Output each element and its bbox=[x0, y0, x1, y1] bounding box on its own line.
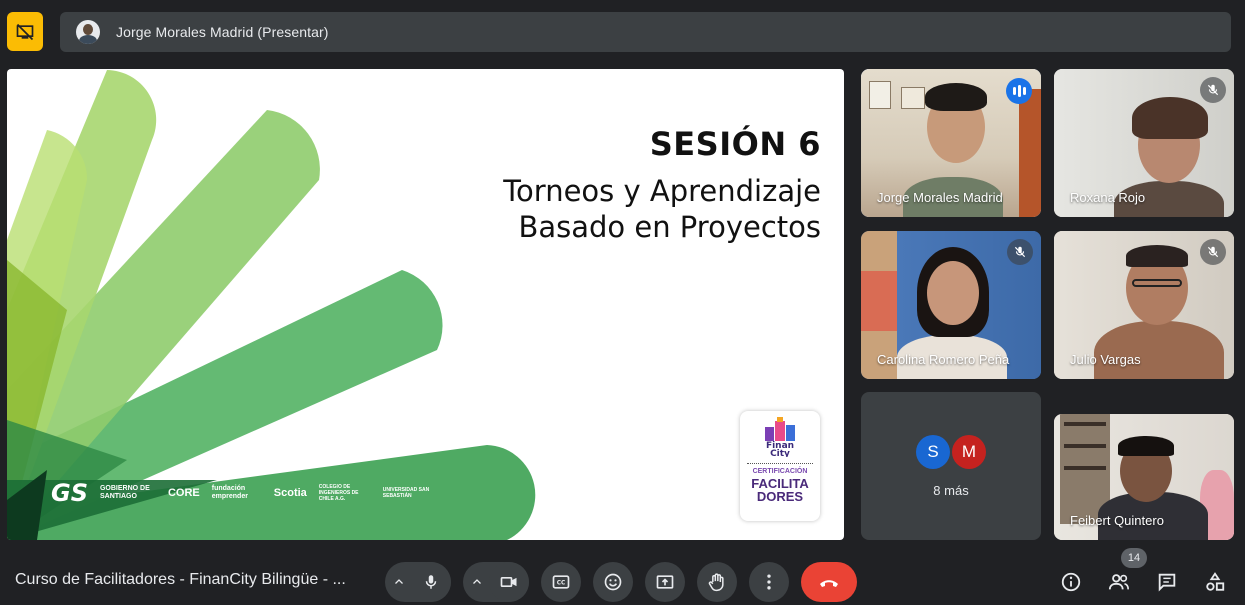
video-options-button[interactable] bbox=[463, 562, 491, 602]
activities-button[interactable] bbox=[1201, 568, 1229, 596]
participant-name: Carolina Romero Peña bbox=[877, 352, 1010, 367]
meeting-details-button[interactable] bbox=[1057, 568, 1085, 596]
financity-badge: Finan City CERTIFICACIÓN FACILITA DORES bbox=[740, 411, 820, 521]
avatar bbox=[76, 20, 100, 44]
hand-icon bbox=[708, 573, 724, 592]
participant-tile[interactable]: Julio Vargas bbox=[1054, 231, 1234, 379]
leave-call-button[interactable] bbox=[801, 562, 857, 602]
chevron-up-icon bbox=[473, 579, 481, 584]
participant-name: Jorge Morales Madrid bbox=[877, 190, 1003, 205]
svg-text:City: City bbox=[770, 449, 790, 457]
participant-name: Julio Vargas bbox=[1070, 352, 1141, 367]
present-now-button[interactable] bbox=[645, 562, 685, 602]
info-icon bbox=[1061, 572, 1081, 592]
gs-logo: GS bbox=[51, 479, 88, 507]
facilitadores-line: DORES bbox=[756, 489, 804, 504]
presentation-toggle-button[interactable] bbox=[7, 12, 43, 51]
camera-control-group bbox=[463, 562, 529, 602]
audio-options-button[interactable] bbox=[385, 562, 413, 602]
mic-icon bbox=[425, 575, 437, 589]
svg-text:CC: CC bbox=[557, 581, 566, 587]
participant-tile[interactable]: Carolina Romero Peña bbox=[861, 231, 1041, 379]
present-screen-off-icon bbox=[16, 23, 34, 40]
slide-title: SESIÓN 6 bbox=[649, 125, 821, 163]
participant-name: Feibert Quintero bbox=[1070, 513, 1164, 528]
people-icon bbox=[1108, 574, 1129, 590]
core-logo: CORE bbox=[167, 487, 200, 499]
closed-captions-icon: CC bbox=[552, 575, 570, 589]
scotia-logo: Scotia bbox=[273, 487, 307, 499]
meet-window: Jorge Morales Madrid (Presentar) SESIÓN … bbox=[0, 0, 1245, 605]
presenter-bar: Jorge Morales Madrid (Presentar) bbox=[60, 12, 1231, 52]
presenter-name: Jorge Morales Madrid (Presentar) bbox=[116, 24, 329, 40]
more-participants-tile[interactable]: S M 8 más bbox=[861, 392, 1041, 540]
financity-logo-icon: Finan City bbox=[765, 417, 795, 457]
avatar: S bbox=[916, 434, 950, 469]
facilitadores-label: FACILITA DORES bbox=[751, 477, 809, 503]
sponsor-logos: GS GOBIERNO DE SANTIAGO CORE fundación e… bbox=[51, 479, 435, 507]
slide-subtitle: Torneos y Aprendizaje Basado en Proyecto… bbox=[401, 173, 821, 245]
videocam-icon bbox=[500, 577, 517, 587]
speaking-indicator-icon bbox=[1006, 78, 1032, 104]
meeting-title: Curso de Facilitadores - FinanCity Bilin… bbox=[15, 571, 346, 588]
shared-presentation: SESIÓN 6 Torneos y Aprendizaje Basado en… bbox=[7, 69, 844, 540]
present-to-all-icon bbox=[656, 575, 674, 589]
chat-button[interactable] bbox=[1153, 568, 1181, 596]
activities-icon bbox=[1206, 572, 1225, 591]
mic-off-icon bbox=[1200, 239, 1226, 265]
fundacion-logo: fundación emprender bbox=[211, 485, 248, 500]
captions-button[interactable]: CC bbox=[541, 562, 581, 602]
mic-off-icon bbox=[1200, 77, 1226, 103]
emoji-icon bbox=[604, 573, 622, 591]
universidad-logo: UNIVERSIDAD SAN SEBASTIÁN bbox=[382, 487, 430, 499]
chat-icon bbox=[1158, 573, 1176, 592]
participant-name: Roxana Rojo bbox=[1070, 190, 1146, 205]
slide-subtitle-line: Basado en Proyectos bbox=[518, 210, 821, 244]
mic-off-icon bbox=[1007, 239, 1033, 265]
certificacion-label: CERTIFICACIÓN bbox=[747, 463, 813, 475]
more-participants-label: 8 más bbox=[933, 482, 969, 498]
raise-hand-button[interactable] bbox=[697, 562, 737, 602]
mic-control-group bbox=[385, 562, 451, 602]
more-options-button[interactable] bbox=[749, 562, 789, 602]
more-avatars: S M bbox=[916, 434, 986, 469]
participant-tile[interactable]: Roxana Rojo bbox=[1054, 69, 1234, 217]
reactions-button[interactable] bbox=[593, 562, 633, 602]
mic-button[interactable] bbox=[411, 562, 451, 602]
participant-tile[interactable]: Feibert Quintero bbox=[1054, 414, 1234, 540]
call-end-icon bbox=[820, 580, 838, 587]
camera-button[interactable] bbox=[489, 562, 529, 602]
participant-count-badge: 14 bbox=[1121, 548, 1147, 568]
slide-subtitle-line: Torneos y Aprendizaje bbox=[503, 174, 821, 208]
gobierno-logo: GOBIERNO DE SANTIAGO bbox=[99, 485, 150, 500]
avatar: M bbox=[952, 434, 986, 469]
chevron-up-icon bbox=[395, 579, 403, 584]
people-button[interactable] bbox=[1105, 568, 1133, 596]
participant-tile[interactable]: Jorge Morales Madrid bbox=[861, 69, 1041, 217]
colegio-logo: COLEGIO DE INGENIEROS DE CHILE A.G. bbox=[318, 484, 359, 502]
more-vert-icon bbox=[767, 574, 771, 590]
